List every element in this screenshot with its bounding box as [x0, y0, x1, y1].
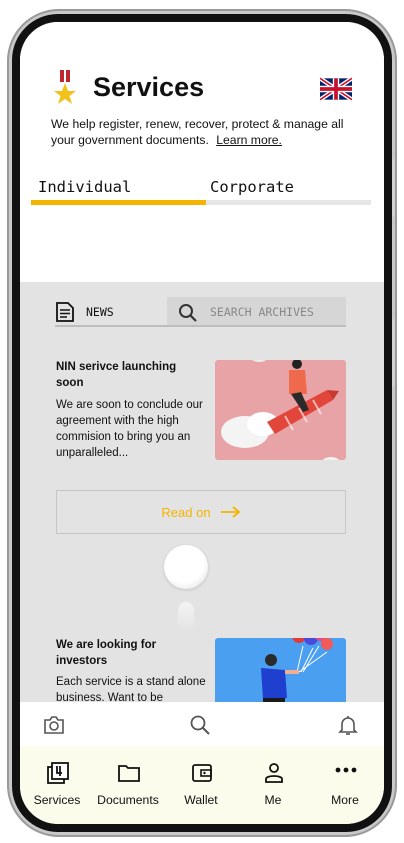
- nav-item-more[interactable]: More: [309, 746, 381, 824]
- news-document-icon: [56, 302, 74, 322]
- camera-icon[interactable]: [43, 714, 65, 736]
- search-icon[interactable]: [178, 303, 198, 323]
- search-archives-input[interactable]: [210, 303, 342, 321]
- nav-label: Services: [33, 793, 81, 807]
- loading-indicator-tail: [178, 602, 194, 632]
- read-on-label: Read on: [161, 504, 211, 520]
- intro-text: We help register, renew, recover, protec…: [51, 116, 351, 148]
- services-icon: [47, 762, 69, 784]
- nav-item-me[interactable]: Me: [237, 746, 309, 824]
- news-feed: NEWS NIN serivce launching soon We are s…: [20, 282, 384, 722]
- wallet-icon: [192, 764, 212, 782]
- person-icon: [265, 763, 283, 783]
- loading-spinner: [164, 545, 208, 589]
- search-icon[interactable]: [189, 714, 211, 736]
- nav-label: Wallet: [184, 793, 218, 807]
- bottom-navigation: Services Documents Wallet Me More: [20, 746, 384, 824]
- nav-item-documents[interactable]: Documents: [92, 746, 164, 824]
- uk-flag-icon[interactable]: [320, 76, 352, 102]
- more-dots-icon: [335, 767, 357, 773]
- learn-more-link[interactable]: Learn more.: [216, 133, 282, 147]
- section-divider: [55, 325, 346, 327]
- news-section-label: NEWS: [86, 305, 114, 319]
- read-on-button[interactable]: Read on: [56, 490, 346, 534]
- article-title[interactable]: We are looking for investors: [56, 637, 206, 669]
- folder-icon: [118, 765, 140, 782]
- app-screen: Services We help register, renew, recove…: [20, 22, 384, 824]
- bell-icon[interactable]: [337, 714, 359, 736]
- quick-toolbar: [20, 702, 384, 746]
- nav-item-wallet[interactable]: Wallet: [165, 746, 237, 824]
- intro-body: We help register, renew, recover, protec…: [51, 117, 344, 147]
- article-title[interactable]: NIN serivce launching soon: [56, 359, 206, 391]
- article-thumbnail-rocket[interactable]: [215, 360, 346, 460]
- article-excerpt: We are soon to conclude our agreement wi…: [56, 399, 203, 459]
- active-tab-indicator: [31, 200, 206, 205]
- tab-individual[interactable]: Individual: [38, 178, 131, 196]
- arrow-right-icon: [220, 506, 240, 518]
- nav-item-services[interactable]: Services: [21, 746, 93, 824]
- nav-label: Documents: [97, 793, 159, 807]
- services-header: Services We help register, renew, recove…: [20, 22, 384, 282]
- rocket-illustration: [221, 360, 340, 460]
- nav-label: More: [331, 793, 359, 807]
- page-title: Services: [93, 72, 205, 102]
- nav-label: Me: [264, 793, 282, 807]
- medal-icon: [54, 70, 76, 104]
- tab-corporate[interactable]: Corporate: [210, 178, 294, 196]
